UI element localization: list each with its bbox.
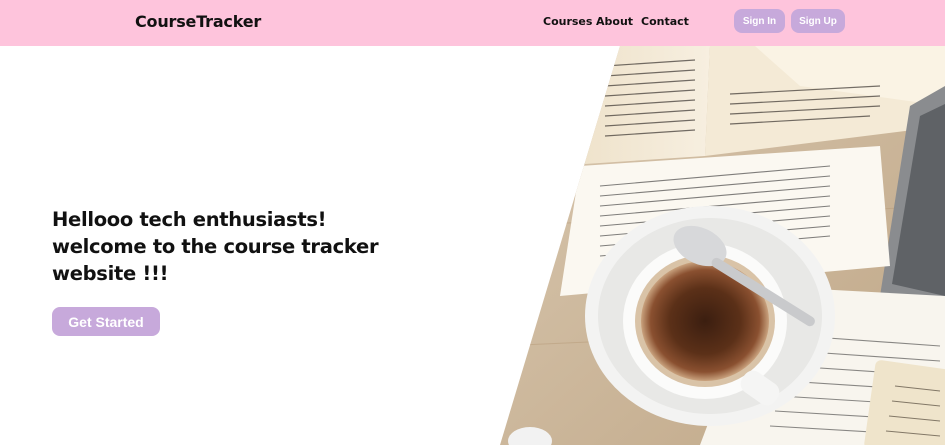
nav-link-contact[interactable]: Contact (641, 15, 689, 28)
hero-heading-line-3: website !!! (52, 262, 169, 285)
nav-link-courses[interactable]: Courses (543, 15, 592, 28)
hero-heading-line-1: Hellooo tech enthusiasts! (52, 208, 327, 231)
hero-heading: Hellooo tech enthusiasts! welcome to the… (52, 206, 392, 287)
hero-image (500, 46, 945, 445)
sign-up-button[interactable]: Sign Up (791, 9, 845, 33)
brand-logo[interactable]: CourseTracker (135, 12, 261, 31)
sign-in-button[interactable]: Sign In (734, 9, 785, 33)
nav-link-about[interactable]: About (596, 15, 633, 28)
navbar: CourseTracker Courses About Contact Sign… (0, 0, 945, 46)
hero-heading-line-2: welcome to the course tracker (52, 235, 379, 258)
get-started-button[interactable]: Get Started (52, 307, 160, 336)
